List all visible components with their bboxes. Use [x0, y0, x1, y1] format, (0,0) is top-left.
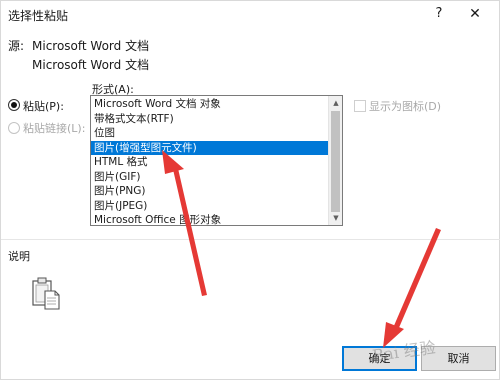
format-list: Microsoft Word 文档 对象 带格式文本(RTF) 位图 图片(增强… [91, 97, 329, 225]
close-button[interactable]: ✕ [463, 4, 487, 24]
format-item-bitmap[interactable]: 位图 [91, 126, 329, 141]
format-item-jpeg[interactable]: 图片(JPEG) [91, 199, 329, 214]
scroll-thumb[interactable] [331, 111, 340, 212]
paste-link-radio[interactable] [8, 122, 20, 134]
paste-link-radio-label[interactable]: 粘贴链接(L): [23, 120, 85, 136]
paste-radio[interactable] [8, 99, 20, 111]
result-divider [1, 239, 500, 240]
source-value-line1: Microsoft Word 文档 [32, 39, 150, 53]
help-button[interactable]: ? [429, 4, 449, 24]
display-as-icon-label[interactable]: 显示为图标(D) [369, 98, 441, 114]
format-item-office-drawing[interactable]: Microsoft Office 图形对象 [91, 213, 329, 225]
paste-special-dialog: 选择性粘贴 ? ✕ 源: Microsoft Word 文档 Microsoft… [0, 0, 500, 380]
source-label: 源: [8, 39, 25, 53]
display-as-icon-checkbox[interactable] [354, 100, 366, 112]
format-listbox[interactable]: Microsoft Word 文档 对象 带格式文本(RTF) 位图 图片(增强… [90, 95, 343, 226]
format-item-word-object[interactable]: Microsoft Word 文档 对象 [91, 97, 329, 112]
format-item-emf-picture[interactable]: 图片(增强型图元文件) [91, 140, 329, 155]
paste-radio-label[interactable]: 粘贴(P): [23, 98, 64, 114]
list-scrollbar[interactable]: ▲ ▼ [328, 96, 342, 225]
scroll-down-arrow-icon[interactable]: ▼ [329, 211, 342, 225]
scroll-up-arrow-icon[interactable]: ▲ [329, 96, 342, 110]
format-item-html[interactable]: HTML 格式 [91, 155, 329, 170]
format-item-gif[interactable]: 图片(GIF) [91, 170, 329, 185]
clipboard-icon [30, 277, 62, 314]
source-value-line2: Microsoft Word 文档 [32, 58, 150, 72]
result-label: 说明 [8, 250, 30, 263]
format-item-png[interactable]: 图片(PNG) [91, 184, 329, 199]
dialog-title: 选择性粘贴 [8, 9, 69, 23]
format-item-rtf[interactable]: 带格式文本(RTF) [91, 112, 329, 127]
